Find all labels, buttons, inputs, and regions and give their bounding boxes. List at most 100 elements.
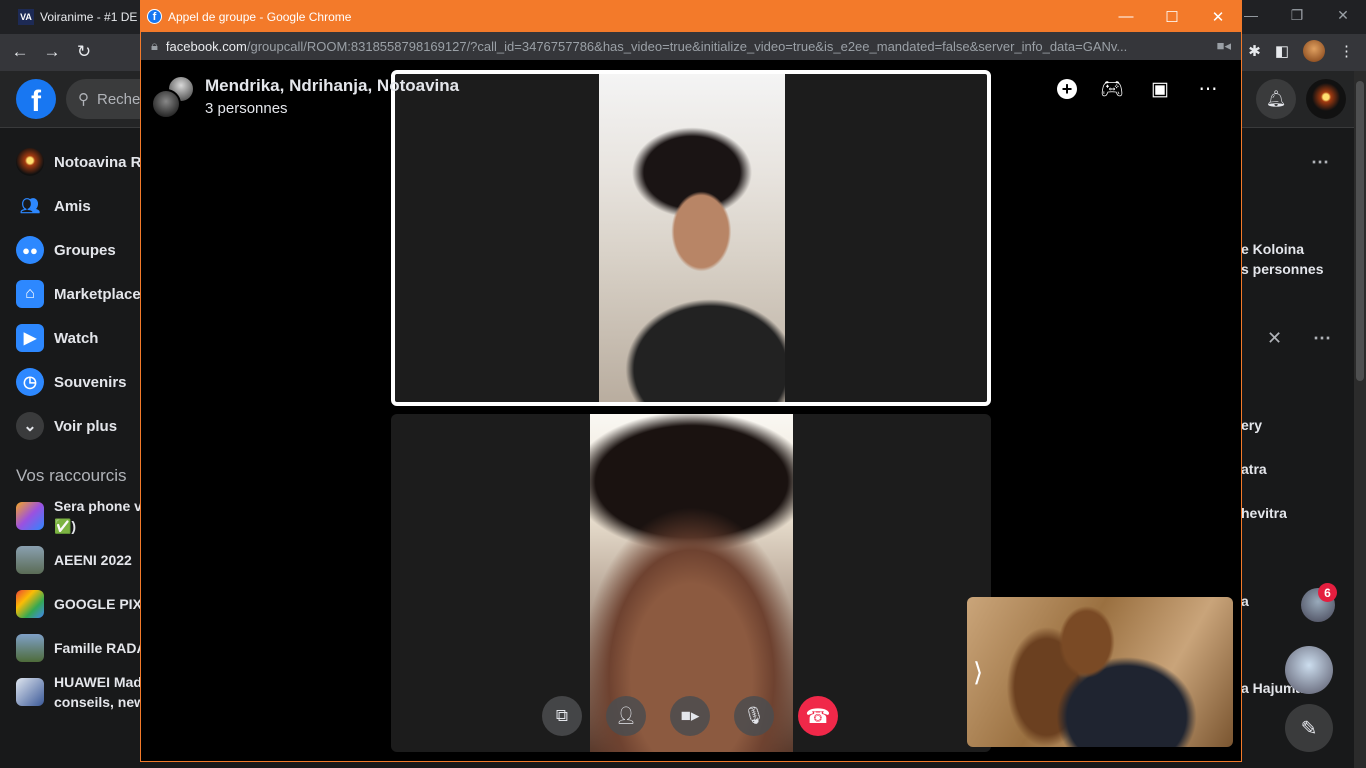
- shortcut-item[interactable]: GOOGLE PIX: [0, 582, 142, 626]
- shortcut-thumbnail: [16, 678, 44, 706]
- search-input[interactable]: Reche: [97, 91, 140, 108]
- restore-icon[interactable]: ❐: [1274, 0, 1320, 30]
- contacts-options-icon[interactable]: ⋯: [1313, 328, 1331, 349]
- contact-avatar[interactable]: [1285, 646, 1333, 694]
- background-window-controls: — ❐ ✕: [1228, 0, 1366, 30]
- minimize-icon[interactable]: —: [1103, 1, 1149, 32]
- background-tab[interactable]: VA Voiranime - #1 DE: [8, 4, 148, 30]
- close-icon[interactable]: ✕: [1320, 0, 1366, 30]
- facebook-logo-icon[interactable]: f: [16, 79, 56, 119]
- groups-icon: ●●: [16, 236, 44, 264]
- contact-name-fragment[interactable]: ery: [1241, 417, 1262, 433]
- shortcut-item[interactable]: Sera phone v ✅): [0, 494, 142, 538]
- end-call-button[interactable]: ☎︎: [798, 696, 838, 736]
- sidebar-icon[interactable]: ◧: [1275, 42, 1289, 60]
- facebook-right-panel: ⋯ e Koloina s personnes ✕ ⋯ ery atra hev…: [1241, 128, 1366, 768]
- browser-nav: ← → ↻: [10, 42, 94, 62]
- facebook-top-right: 🔔︎: [1256, 79, 1346, 119]
- page-scrollbar[interactable]: [1354, 71, 1366, 768]
- games-icon[interactable]: 🎮︎: [1099, 76, 1125, 102]
- video-tile-active-speaker[interactable]: [391, 70, 991, 406]
- scrollbar-thumb[interactable]: [1356, 81, 1364, 381]
- video-camera-icon: ■▸: [680, 706, 700, 725]
- share-screen-button[interactable]: ⧉: [542, 696, 582, 736]
- group-name-fragment[interactable]: e Koloina: [1241, 241, 1304, 257]
- nav-label: Notoavina Ra: [54, 153, 150, 171]
- nav-item-watch[interactable]: ▶ Watch: [0, 316, 140, 360]
- close-chat-icon[interactable]: ✕: [1267, 328, 1282, 349]
- menu-dots-icon[interactable]: ⋮: [1339, 42, 1354, 60]
- shortcut-item[interactable]: AEENI 2022: [0, 538, 140, 582]
- share-screen-icon: ⧉: [555, 706, 569, 725]
- call-controls: ⧉ 👤︎ ■▸ 🎙︎ ☎︎: [542, 696, 838, 736]
- camera-button[interactable]: ■▸: [670, 696, 710, 736]
- avatar-icon: [16, 148, 44, 176]
- voiranime-icon: VA: [18, 9, 34, 25]
- shortcut-label: Sera phone v ✅): [54, 498, 142, 534]
- notification-badge: 6: [1318, 583, 1337, 602]
- notifications-icon[interactable]: 🔔︎: [1256, 79, 1296, 119]
- contact-name-fragment[interactable]: a: [1241, 593, 1249, 609]
- url-domain: facebook.com: [165, 38, 247, 54]
- contact-name-fragment[interactable]: atra: [1241, 461, 1267, 477]
- profile-avatar[interactable]: [1303, 40, 1325, 62]
- popup-url-bar[interactable]: 🔒︎ facebook.com/groupcall/ROOM:831855879…: [141, 32, 1241, 60]
- microphone-button[interactable]: 🎙︎: [734, 696, 774, 736]
- camera-indicator-icon[interactable]: ■◂: [1217, 38, 1231, 54]
- account-avatar[interactable]: [1306, 79, 1346, 119]
- add-person-icon: 👤︎: [615, 706, 637, 725]
- friends-icon: 👥︎: [19, 198, 41, 215]
- more-options-icon[interactable]: ⋯: [1195, 76, 1221, 102]
- browser-toolbar-right: ✱ ◧ ⋮: [1248, 40, 1354, 62]
- nav-item-see-more[interactable]: ⌄ Voir plus: [0, 404, 140, 448]
- new-message-icon[interactable]: ✎: [1285, 704, 1333, 752]
- memories-icon: ◷: [16, 368, 44, 396]
- shortcut-item[interactable]: HUAWEI Mad conseils, new: [0, 670, 145, 714]
- popup-titlebar[interactable]: f Appel de groupe - Google Chrome — ☐ ✕: [141, 1, 1241, 32]
- chevron-right-icon[interactable]: ⟩: [973, 657, 983, 688]
- nav-label: Groupes: [54, 241, 116, 259]
- popup-window-title: Appel de groupe - Google Chrome: [168, 9, 352, 24]
- participant-video: [599, 74, 785, 402]
- group-members-fragment: s personnes: [1241, 261, 1324, 277]
- watch-together-icon[interactable]: ▣: [1147, 76, 1173, 102]
- shortcut-label: AEENI 2022: [54, 552, 132, 568]
- search-icon: ⚲: [78, 91, 89, 108]
- shortcut-item[interactable]: Famille RADA: [0, 626, 147, 670]
- shortcut-label: GOOGLE PIX: [54, 596, 142, 612]
- shortcut-thumbnail: [16, 546, 44, 574]
- shortcut-thumbnail: [16, 634, 44, 662]
- nav-label: Souvenirs: [54, 373, 127, 391]
- call-area: Mendrika, Ndrihanja, Notoavina 3 personn…: [141, 60, 1241, 761]
- facebook-left-nav: Notoavina Ra 👥︎ Amis ●● Groupes ⌂ Market…: [0, 140, 150, 714]
- call-top-actions: + 🎮︎ ▣ ⋯: [1057, 76, 1221, 102]
- group-call-window: f Appel de groupe - Google Chrome — ☐ ✕ …: [140, 0, 1242, 762]
- more-options-icon[interactable]: ⋯: [1311, 152, 1329, 173]
- call-participant-count: 3 personnes: [205, 100, 288, 117]
- group-avatar: [151, 75, 195, 119]
- maximize-icon[interactable]: ☐: [1149, 1, 1195, 32]
- add-icon[interactable]: +: [1057, 79, 1077, 99]
- chevron-down-icon: ⌄: [16, 412, 44, 440]
- back-icon[interactable]: ←: [10, 42, 30, 62]
- nav-label: Voir plus: [54, 417, 118, 435]
- nav-label: Marketplace: [54, 285, 141, 303]
- facebook-favicon-icon: f: [147, 9, 162, 24]
- reload-icon[interactable]: ↻: [74, 42, 94, 62]
- nav-item-memories[interactable]: ◷ Souvenirs: [0, 360, 140, 404]
- add-person-button[interactable]: 👤︎: [606, 696, 646, 736]
- nav-item-groups[interactable]: ●● Groupes: [0, 228, 140, 272]
- extensions-icon[interactable]: ✱: [1248, 42, 1261, 60]
- popup-window-controls: — ☐ ✕: [1103, 1, 1241, 32]
- contact-name-fragment[interactable]: hevitra: [1241, 505, 1287, 521]
- call-participants: Mendrika, Ndrihanja, Notoavina: [205, 76, 460, 95]
- nav-item-friends[interactable]: 👥︎ Amis: [0, 184, 140, 228]
- nav-label: Amis: [54, 197, 91, 215]
- self-view-video[interactable]: ⟩: [967, 597, 1233, 747]
- nav-item-profile[interactable]: Notoavina Ra: [0, 140, 150, 184]
- forward-icon[interactable]: →: [42, 42, 62, 62]
- nav-item-marketplace[interactable]: ⌂ Marketplace: [0, 272, 141, 316]
- close-icon[interactable]: ✕: [1195, 1, 1241, 32]
- call-header: Mendrika, Ndrihanja, Notoavina 3 personn…: [151, 75, 459, 119]
- url-path: /groupcall/ROOM:8318558798169127/?call_i…: [246, 38, 1128, 54]
